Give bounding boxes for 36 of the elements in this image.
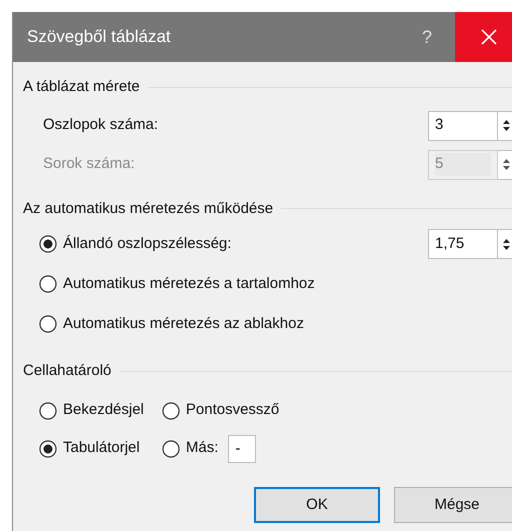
down-arrow-icon <box>503 246 510 250</box>
radio-option[interactable]: Bekezdésjel <box>39 399 144 422</box>
close-icon <box>480 29 496 45</box>
number-field[interactable]: 1,75 <box>428 229 498 259</box>
field-label: Sorok száma: <box>43 154 135 174</box>
window-title: Szövegből táblázat <box>26 26 172 48</box>
down-arrow-icon <box>503 127 510 131</box>
radio-button[interactable] <box>39 235 57 253</box>
radio-option[interactable]: Automatikus méretezés a tartalomhoz <box>39 272 315 296</box>
dialog-button[interactable]: OK <box>254 487 380 523</box>
up-arrow-icon <box>503 238 510 242</box>
radio-button[interactable] <box>39 315 57 333</box>
down-arrow-icon <box>503 166 510 170</box>
radio-button[interactable] <box>162 440 180 458</box>
group-title: A táblázat mérete <box>23 77 140 97</box>
dialog-button[interactable]: Mégse <box>394 487 512 523</box>
up-arrow-icon <box>503 120 510 124</box>
spin-buttons[interactable] <box>498 150 512 180</box>
spin-buttons[interactable] <box>498 110 512 140</box>
radio-option[interactable]: Más: <box>162 437 218 460</box>
radio-option[interactable]: Tabulátorjel <box>39 437 140 460</box>
up-arrow-icon <box>503 159 510 163</box>
group-title: Az automatikus méretezés működése <box>23 198 274 218</box>
radio-button[interactable] <box>39 275 57 293</box>
input-field[interactable]: - <box>228 434 256 462</box>
spin-buttons[interactable] <box>498 229 512 259</box>
radio-button[interactable] <box>39 402 57 420</box>
field-label: Oszlopok száma: <box>43 115 158 136</box>
radio-option[interactable]: Pontosvessző <box>162 399 280 422</box>
radio-button[interactable] <box>39 440 57 458</box>
close-button[interactable] <box>455 12 512 62</box>
radio-option[interactable]: Automatikus méretezés az ablakhoz <box>39 312 304 336</box>
radio-button[interactable] <box>162 402 180 420</box>
number-field[interactable]: 3 <box>428 110 498 140</box>
radio-option[interactable]: Állandó oszlopszélesség: <box>39 232 232 256</box>
group-title: Cellahatároló <box>23 361 112 381</box>
